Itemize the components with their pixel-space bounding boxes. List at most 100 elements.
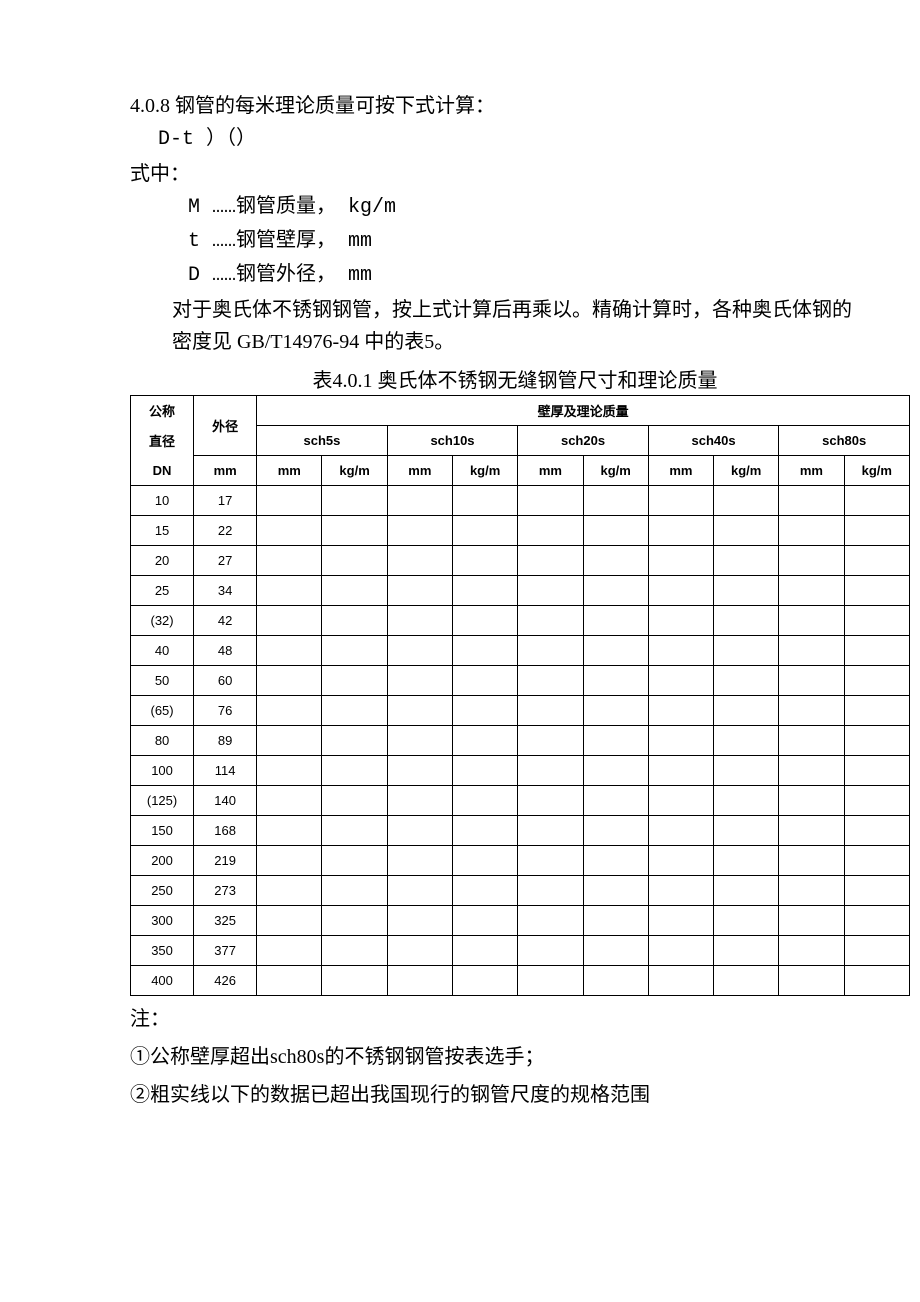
th-sch-2: sch20s <box>518 426 649 456</box>
table-row: 4048 <box>131 636 910 666</box>
note-1: ①公称壁厚超出sch80s的不锈钢钢管按表选手； <box>130 1038 860 1076</box>
cell-empty <box>257 726 322 756</box>
cell-empty <box>452 606 517 636</box>
cell-dn: 80 <box>131 726 194 756</box>
cell-empty <box>387 726 452 756</box>
cell-empty <box>844 876 909 906</box>
cell-empty <box>648 906 713 936</box>
cell-empty <box>452 756 517 786</box>
cell-empty <box>714 516 779 546</box>
cell-empty <box>714 726 779 756</box>
cell-empty <box>714 966 779 996</box>
cell-empty <box>583 846 648 876</box>
def-d: D ……钢管外径， mm <box>188 260 860 292</box>
table-row: 250273 <box>131 876 910 906</box>
cell-empty <box>648 936 713 966</box>
cell-empty <box>714 906 779 936</box>
cell-empty <box>714 486 779 516</box>
cell-empty <box>779 546 844 576</box>
cell-empty <box>714 756 779 786</box>
cell-empty <box>322 696 387 726</box>
cell-empty <box>257 576 322 606</box>
cell-empty <box>648 606 713 636</box>
table-row: 100114 <box>131 756 910 786</box>
cell-empty <box>387 516 452 546</box>
cell-dn: 400 <box>131 966 194 996</box>
cell-empty <box>518 666 583 696</box>
cell-empty <box>844 906 909 936</box>
cell-od: 114 <box>194 756 257 786</box>
cell-empty <box>452 786 517 816</box>
cell-empty <box>322 816 387 846</box>
th-40s-mm: mm <box>648 456 713 486</box>
cell-empty <box>257 666 322 696</box>
cell-empty <box>452 486 517 516</box>
th-dn-2: 直径 <box>131 426 194 456</box>
cell-empty <box>257 696 322 726</box>
cell-dn: 15 <box>131 516 194 546</box>
cell-empty <box>714 666 779 696</box>
cell-empty <box>257 756 322 786</box>
cell-empty <box>387 756 452 786</box>
cell-dn: 50 <box>131 666 194 696</box>
cell-empty <box>322 906 387 936</box>
table-row: 400426 <box>131 966 910 996</box>
cell-empty <box>257 516 322 546</box>
cell-empty <box>583 696 648 726</box>
th-od-unit: mm <box>194 456 257 486</box>
cell-empty <box>322 486 387 516</box>
table-title: 表4.0.1 奥氏体不锈钢无缝钢管尺寸和理论质量 <box>130 364 860 393</box>
cell-empty <box>452 636 517 666</box>
cell-empty <box>583 816 648 846</box>
table-row: 200219 <box>131 846 910 876</box>
cell-empty <box>452 726 517 756</box>
cell-empty <box>583 666 648 696</box>
cell-empty <box>387 936 452 966</box>
cell-empty <box>387 966 452 996</box>
cell-empty <box>583 966 648 996</box>
cell-empty <box>844 786 909 816</box>
cell-empty <box>844 606 909 636</box>
th-5s-mm: mm <box>257 456 322 486</box>
cell-empty <box>322 966 387 996</box>
cell-empty <box>322 846 387 876</box>
th-od-1: 外径 <box>194 396 257 456</box>
cell-empty <box>714 636 779 666</box>
table-row: 1522 <box>131 516 910 546</box>
th-80s-mm: mm <box>779 456 844 486</box>
th-dn-3: DN <box>131 456 194 486</box>
cell-empty <box>452 846 517 876</box>
th-20s-mm: mm <box>518 456 583 486</box>
th-10s-kgm: kg/m <box>452 456 517 486</box>
th-sch-0: sch5s <box>257 426 388 456</box>
cell-empty <box>257 846 322 876</box>
th-thick-group: 壁厚及理论质量 <box>257 396 910 426</box>
th-sch-4: sch80s <box>779 426 910 456</box>
cell-od: 22 <box>194 516 257 546</box>
cell-od: 48 <box>194 636 257 666</box>
cell-od: 219 <box>194 846 257 876</box>
cell-empty <box>387 876 452 906</box>
cell-empty <box>844 546 909 576</box>
cell-empty <box>583 636 648 666</box>
cell-empty <box>714 846 779 876</box>
table-row: 2534 <box>131 576 910 606</box>
cell-empty <box>648 636 713 666</box>
cell-empty <box>779 606 844 636</box>
cell-empty <box>648 786 713 816</box>
cell-empty <box>387 576 452 606</box>
cell-empty <box>387 636 452 666</box>
cell-od: 17 <box>194 486 257 516</box>
cell-empty <box>714 576 779 606</box>
cell-dn: 300 <box>131 906 194 936</box>
th-10s-mm: mm <box>387 456 452 486</box>
cell-empty <box>648 546 713 576</box>
cell-empty <box>779 816 844 846</box>
cell-empty <box>518 936 583 966</box>
cell-empty <box>387 666 452 696</box>
cell-empty <box>844 516 909 546</box>
cell-empty <box>779 906 844 936</box>
cell-empty <box>583 606 648 636</box>
cell-od: 273 <box>194 876 257 906</box>
cell-od: 27 <box>194 546 257 576</box>
